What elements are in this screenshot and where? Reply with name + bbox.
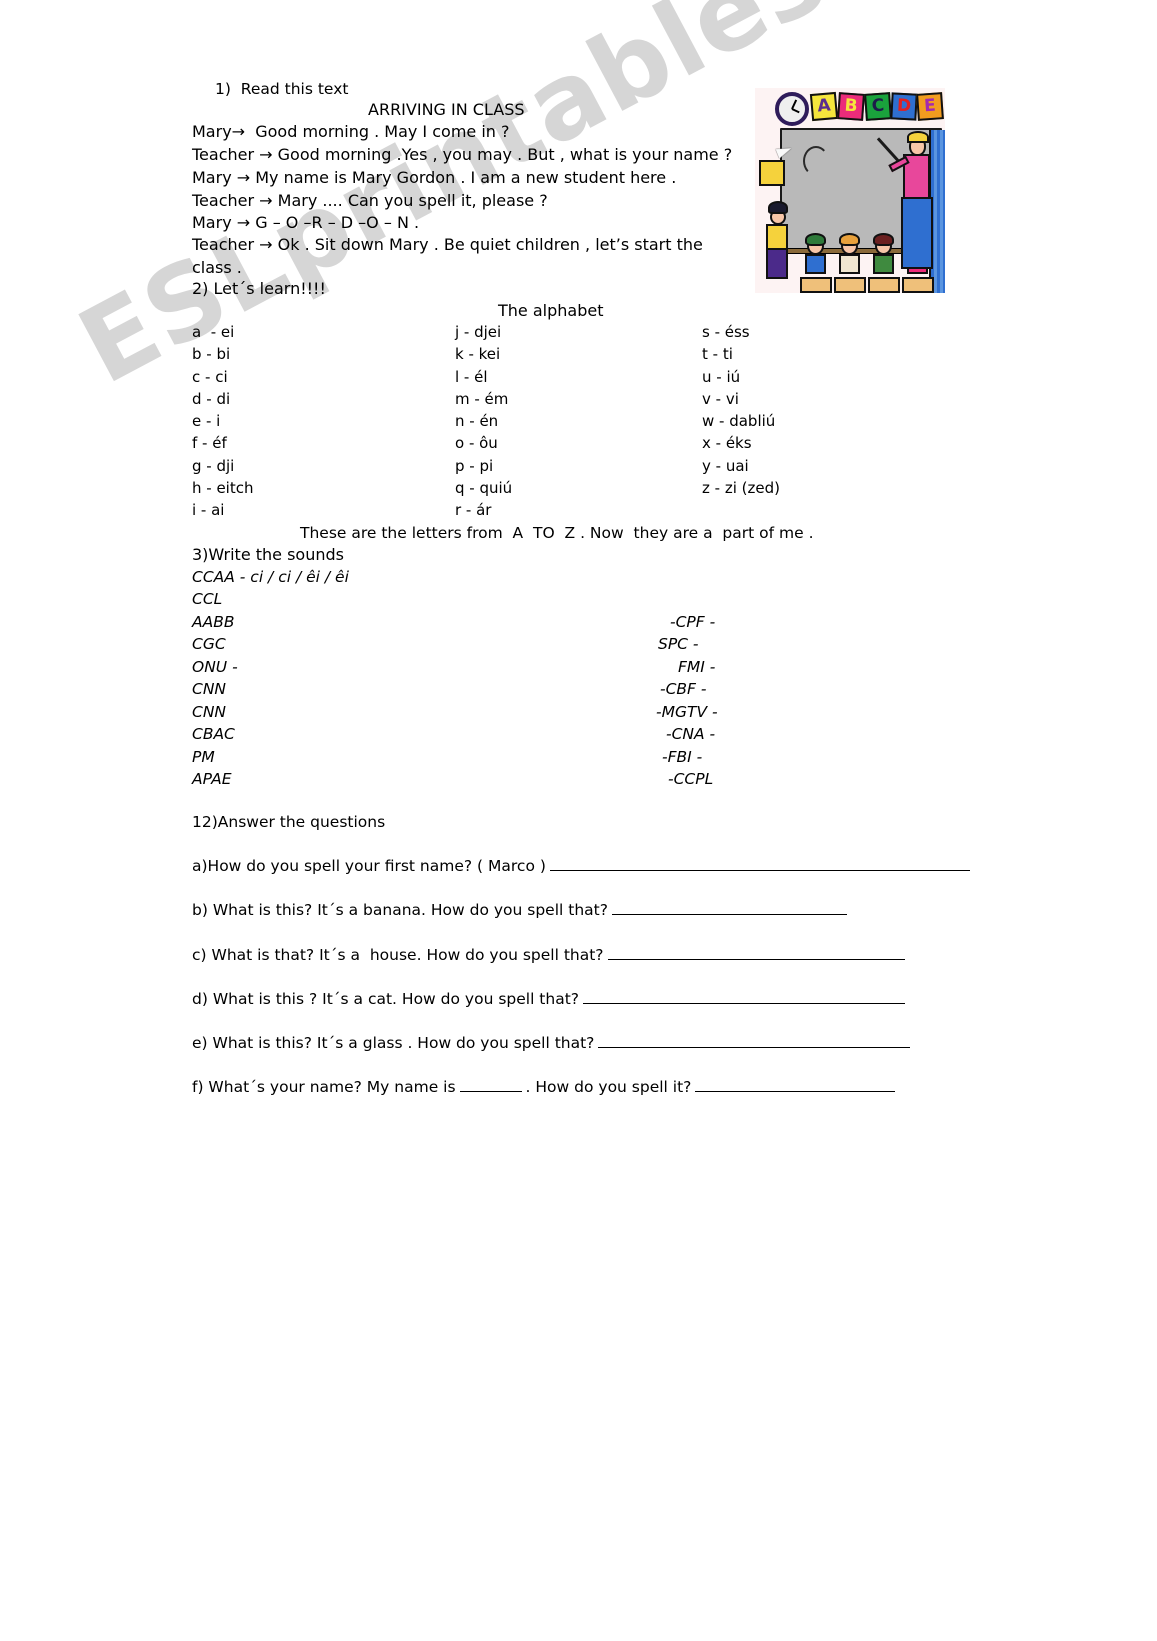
- dialogue-line-6: Teacher → Ok . Sit down Mary . Be quiet …: [192, 235, 703, 254]
- question-text-middle: . How do you spell it?: [525, 1078, 692, 1096]
- dialogue-line-4: Teacher → Mary .... Can you spell it, pl…: [192, 191, 548, 210]
- acronym-item: -CPF -: [670, 612, 716, 631]
- alphabet-entry: r - ár: [455, 501, 492, 520]
- alphabet-entry: u - iú: [702, 367, 741, 386]
- exercise12-instruction: 12)Answer the questions: [192, 813, 386, 831]
- acronym-item: CCL: [192, 590, 223, 608]
- answer-blank-b[interactable]: [611, 900, 847, 915]
- acronym-item: -CCPL: [668, 770, 714, 788]
- alphabet-title: The alphabet: [498, 301, 604, 320]
- alphabet-entry: f - éf: [192, 434, 227, 453]
- worksheet-page: ESLprintables.com A B C D E 1) Read this…: [0, 0, 1157, 1641]
- alphabet-entry: n - én: [455, 412, 499, 431]
- answer-blank-d[interactable]: [583, 989, 906, 1004]
- answer-blank-c[interactable]: [607, 945, 905, 960]
- acronym-item: -CNA -: [666, 725, 716, 743]
- alphabet-entry: c - ci: [192, 367, 228, 386]
- question-c: c) What is that? It´s a house. How do yo…: [192, 945, 905, 964]
- alphabet-entry: k - kei: [455, 345, 501, 364]
- alphabet-footer: These are the letters from A TO Z . Now …: [300, 524, 814, 542]
- dialogue-line-3: Mary → My name is Mary Gordon . I am a n…: [192, 168, 677, 187]
- alphabet-entry: i - ai: [192, 501, 225, 520]
- alphabet-entry: y - uai: [702, 456, 749, 475]
- alphabet-entry: o - ôu: [455, 434, 498, 453]
- alphabet-entry: x - éks: [702, 434, 752, 453]
- question-text-prefix: f) What´s your name? My name is: [192, 1078, 456, 1096]
- question-text: c) What is that? It´s a house. How do yo…: [192, 946, 604, 964]
- question-b: b) What is this? It´s a banana. How do y…: [192, 900, 847, 919]
- question-e: e) What is this? It´s a glass . How do y…: [192, 1033, 911, 1052]
- acronym-item: CNN: [192, 680, 227, 698]
- acronym-item: FMI -: [678, 657, 716, 676]
- question-text: b) What is this? It´s a banana. How do y…: [192, 901, 608, 919]
- alphabet-entry: t - ti: [702, 345, 733, 364]
- name-blank[interactable]: [459, 1078, 522, 1092]
- alphabet-entry: g - dji: [192, 456, 235, 475]
- acronym-item: CGC: [192, 635, 226, 653]
- acronym-item: -MGTV -: [656, 702, 718, 721]
- alphabet-entry: q - quiú: [455, 479, 513, 498]
- dialogue-line-2: Teacher → Good morning .Yes , you may . …: [192, 145, 733, 164]
- answer-blank-e[interactable]: [598, 1033, 911, 1048]
- alphabet-entry: s - éss: [702, 323, 750, 341]
- acronym-item: PM: [192, 747, 215, 766]
- worksheet-content: 1) Read this text ARRIVING IN CLASS Mary…: [0, 0, 1157, 1641]
- dialogue-line-5: Mary → G – O –R – D –O – N .: [192, 213, 420, 232]
- exercise3-instruction: 3)Write the sounds: [192, 545, 344, 564]
- exercise1-title: ARRIVING IN CLASS: [368, 100, 525, 119]
- alphabet-column-2: j - djei k - kei l - él m - ém n - én o …: [455, 321, 512, 522]
- acronym-item: APAE: [192, 770, 232, 788]
- alphabet-entry: v - vi: [702, 389, 739, 408]
- question-text: a)How do you spell your first name? ( Ma…: [192, 857, 546, 875]
- exercise2-instruction: 2) Let´s learn!!!!: [192, 279, 326, 298]
- acronym-item: CNN: [192, 702, 227, 721]
- alphabet-entry: h - eitch: [192, 479, 254, 498]
- answer-blank-f[interactable]: [695, 1077, 896, 1092]
- exercise1-instruction: 1) Read this text: [215, 80, 349, 98]
- alphabet-entry: j - djei: [455, 323, 502, 341]
- question-d: d) What is this ? It´s a cat. How do you…: [192, 989, 906, 1008]
- dialogue-line-1: Mary→ Good morning . May I come in ?: [192, 122, 510, 141]
- acronym-item: SPC -: [658, 635, 699, 653]
- acronym-item: -CBF -: [660, 680, 707, 698]
- question-text: d) What is this ? It´s a cat. How do you…: [192, 990, 580, 1008]
- acronym-item: CBAC: [192, 725, 235, 743]
- alphabet-entry: z - zi (zed): [702, 479, 780, 498]
- exercise3-example: CCAA - ci / ci / êi / êi: [192, 568, 349, 586]
- answer-blank-a[interactable]: [549, 856, 970, 871]
- alphabet-entry: e - i: [192, 412, 221, 431]
- dialogue-line-7: class .: [192, 258, 242, 277]
- acronym-right-column: -CPF - SPC - FMI - -CBF - -MGTV - -CNA -…: [650, 588, 718, 791]
- question-text: e) What is this? It´s a glass . How do y…: [192, 1034, 595, 1052]
- question-f: f) What´s your name? My name is . How do…: [192, 1077, 896, 1096]
- alphabet-entry: p - pi: [455, 456, 494, 475]
- acronym-item: [650, 588, 718, 611]
- alphabet-entry: a - ei: [192, 323, 235, 341]
- alphabet-column-3: s - éss t - ti u - iú v - vi w - dabliú …: [702, 321, 780, 499]
- acronym-left-column: CCL AABB CGC ONU - CNN CNN CBAC PM APAE: [192, 588, 238, 791]
- acronym-item: ONU -: [192, 657, 238, 676]
- acronym-item: AABB: [192, 612, 235, 631]
- question-a: a)How do you spell your first name? ( Ma…: [192, 856, 970, 875]
- alphabet-entry: w - dabliú: [702, 412, 776, 431]
- alphabet-column-1: a - ei b - bi c - ci d - di e - i f - éf…: [192, 321, 254, 522]
- alphabet-entry: d - di: [192, 389, 231, 408]
- alphabet-entry: m - ém: [455, 389, 509, 408]
- alphabet-entry: l - él: [455, 367, 488, 386]
- alphabet-entry: b - bi: [192, 345, 231, 364]
- acronym-item: -FBI -: [662, 747, 703, 766]
